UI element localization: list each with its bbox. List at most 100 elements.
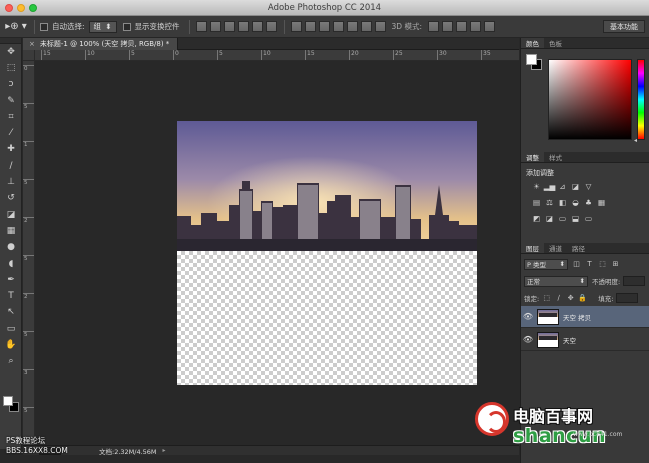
layer-row[interactable]: 👁 天空 <box>521 329 649 351</box>
canvas-area[interactable] <box>35 61 519 445</box>
ruler-tick-label: 5 <box>217 50 223 60</box>
fill-field[interactable] <box>616 293 639 303</box>
distribute-vcenter-icon[interactable] <box>305 21 317 32</box>
vertical-ruler[interactable]: 0 5 1 5 2 5 2 5 3 5 <box>23 61 35 445</box>
quick-select-tool-icon[interactable]: ✎ <box>0 93 22 109</box>
align-vcenter-icon[interactable] <box>210 21 222 32</box>
tab-layers[interactable]: 图层 <box>521 243 544 253</box>
lock-position-icon[interactable]: ✥ <box>566 294 575 303</box>
lasso-tool-icon[interactable]: ↄ <box>0 77 22 93</box>
stamp-tool-icon[interactable]: ⊥ <box>0 174 22 190</box>
3d-drag-icon[interactable] <box>455 21 467 32</box>
eraser-tool-icon[interactable]: ◪ <box>0 207 22 223</box>
ruler-origin[interactable] <box>23 50 35 61</box>
tool-preset-picker[interactable]: ▸⊕ ▾ <box>3 19 29 35</box>
3d-roll-icon[interactable] <box>441 21 453 32</box>
lock-all-icon[interactable]: 🔒 <box>578 294 587 303</box>
align-bottom-icon[interactable] <box>224 21 236 32</box>
tab-adjustments[interactable]: 调整 <box>521 152 544 162</box>
opacity-field[interactable] <box>623 276 646 286</box>
shape-tool-icon[interactable]: ▭ <box>0 321 22 337</box>
tab-swatches[interactable]: 色板 <box>544 38 567 48</box>
filter-pixel-icon[interactable]: ◫ <box>572 260 581 269</box>
eyedropper-tool-icon[interactable]: ⁄ <box>0 125 22 141</box>
type-tool-icon[interactable]: T <box>0 288 22 304</box>
status-menu-arrow-icon[interactable]: ▸ <box>163 447 166 454</box>
horizontal-ruler[interactable]: 151050510152025303540 <box>35 50 519 61</box>
visibility-eye-icon[interactable]: 👁 <box>521 335 535 344</box>
document-tab[interactable]: × 未标题-1 @ 100% (天空 拷贝, RGB/8) * <box>23 38 178 50</box>
color-swatches[interactable] <box>3 396 19 412</box>
close-icon[interactable]: × <box>29 40 35 48</box>
filter-type-icon[interactable]: ⬚ <box>598 260 607 269</box>
layer-row[interactable]: 👁 天空 拷贝 <box>521 306 649 328</box>
blur-tool-icon[interactable]: ● <box>0 240 22 256</box>
zoom-tool-icon[interactable]: ⌕ <box>0 354 22 370</box>
distribute-top-icon[interactable] <box>291 21 303 32</box>
layer-name: 天空 <box>563 336 576 345</box>
auto-select-checkbox[interactable] <box>40 22 48 31</box>
tab-styles[interactable]: 样式 <box>544 152 567 162</box>
move-tool-icon[interactable]: ✥ <box>0 44 22 60</box>
distribute-right-icon[interactable] <box>361 21 373 32</box>
filter-shape-icon[interactable]: ⊞ <box>611 260 620 269</box>
adjustment-icon-2-5[interactable]: ♣ <box>583 197 594 207</box>
pen-tool-icon[interactable]: ✒ <box>0 272 22 288</box>
ruler-tick-label: 20 <box>349 50 359 60</box>
adjustment-icon-1-3[interactable]: ⊿ <box>557 181 568 191</box>
crop-tool-icon[interactable]: ⌗ <box>0 109 22 125</box>
3d-rotate-icon[interactable] <box>427 21 439 32</box>
distribute-left-icon[interactable] <box>333 21 345 32</box>
brush-tool-icon[interactable]: ∕ <box>0 158 22 174</box>
align-top-icon[interactable] <box>196 21 208 32</box>
lock-transparent-icon[interactable]: ⬚ <box>542 294 551 303</box>
auto-align-icon[interactable] <box>375 21 387 32</box>
distribute-bottom-icon[interactable] <box>319 21 331 32</box>
adjustment-icon-1-1[interactable]: ☀ <box>531 181 542 191</box>
blend-mode-dropdown[interactable]: 正常 ⬍ <box>524 275 588 287</box>
layer-kind-filter[interactable]: Ρ 类型 ⬍ <box>524 258 568 270</box>
color-field[interactable] <box>548 59 632 140</box>
3d-scale-icon[interactable] <box>483 21 495 32</box>
adjustment-icon-3-1[interactable]: ◩ <box>531 213 542 223</box>
filter-adjustment-icon[interactable]: T <box>585 260 594 269</box>
3d-mode-label: 3D 模式: <box>391 22 422 31</box>
adjustment-icon-2-3[interactable]: ◧ <box>557 197 568 207</box>
dodge-tool-icon[interactable]: ◖ <box>0 256 22 272</box>
distribute-hcenter-icon[interactable] <box>347 21 359 32</box>
path-select-tool-icon[interactable]: ↖ <box>0 305 22 321</box>
tab-channels[interactable]: 通道 <box>544 243 567 253</box>
foreground-color-swatch[interactable] <box>3 396 13 406</box>
tab-paths[interactable]: 路径 <box>567 243 590 253</box>
auto-select-dropdown[interactable]: 组 ⬍ <box>88 20 117 33</box>
adjustment-icon-1-2[interactable]: ▂▅ <box>544 181 556 191</box>
adjustment-icon-2-4[interactable]: ◒ <box>570 197 581 207</box>
adjustment-icon-1-4[interactable]: ◪ <box>570 181 581 191</box>
lock-pixels-icon[interactable]: ∕ <box>554 294 563 303</box>
history-brush-tool-icon[interactable]: ↺ <box>0 191 22 207</box>
hue-slider[interactable] <box>637 59 645 140</box>
workspace-switcher-button[interactable]: 基本功能 <box>603 20 645 33</box>
align-hcenter-icon[interactable] <box>252 21 264 32</box>
adjustment-icon-3-2[interactable]: ◪ <box>544 213 555 223</box>
adjustment-icon-3-4[interactable]: ⬓ <box>570 213 581 223</box>
healing-brush-tool-icon[interactable]: ✚ <box>0 142 22 158</box>
3d-slide-icon[interactable] <box>469 21 481 32</box>
visibility-eye-icon[interactable]: 👁 <box>521 312 535 321</box>
adjustment-icon-3-3[interactable]: ▭ <box>557 213 568 223</box>
document-canvas[interactable] <box>177 121 477 385</box>
divider <box>34 19 35 34</box>
panel-foreground-swatch[interactable] <box>526 54 537 65</box>
hand-tool-icon[interactable]: ✋ <box>0 337 22 353</box>
adjustment-icon-1-5[interactable]: ▽ <box>583 181 594 191</box>
adjustment-icon-3-5[interactable]: ▭ <box>583 213 594 223</box>
tab-color[interactable]: 颜色 <box>521 38 544 48</box>
marquee-tool-icon[interactable]: ⬚ <box>0 60 22 76</box>
adjustment-icon-2-6[interactable]: ▦ <box>596 197 607 207</box>
show-transform-checkbox[interactable] <box>122 22 131 31</box>
align-left-icon[interactable] <box>238 21 250 32</box>
adjustment-icon-2-2[interactable]: ⚖ <box>544 197 555 207</box>
gradient-tool-icon[interactable]: ▦ <box>0 223 22 239</box>
adjustment-icon-2-1[interactable]: ▤ <box>531 197 542 207</box>
align-right-icon[interactable] <box>266 21 278 32</box>
